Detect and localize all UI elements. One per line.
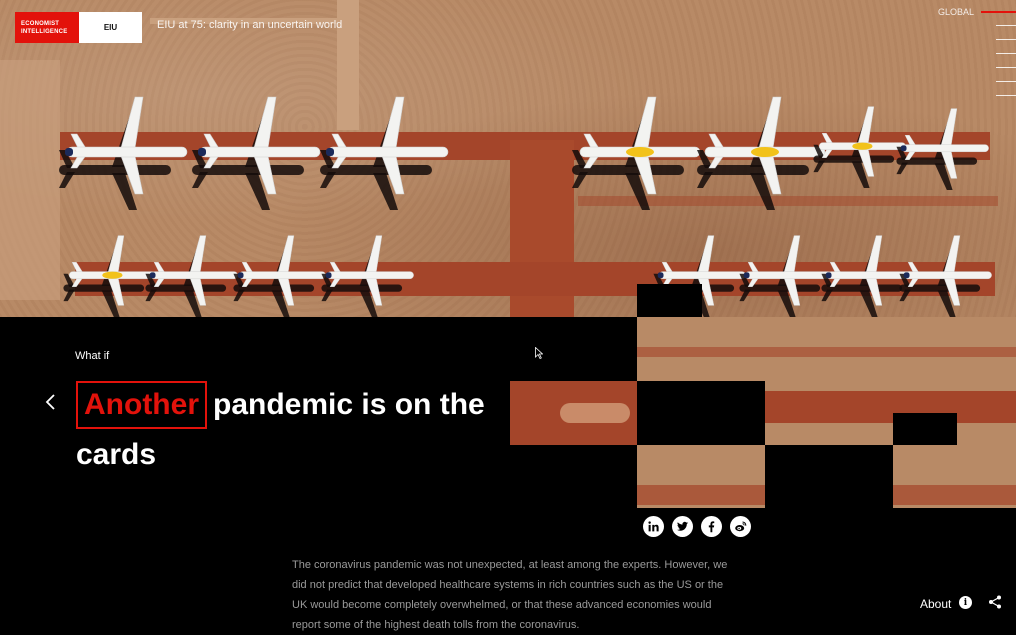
- section-tick[interactable]: [996, 81, 1016, 82]
- section-tick[interactable]: [996, 39, 1016, 40]
- region-selector[interactable]: GLOBAL: [938, 7, 974, 17]
- aircraft: [896, 108, 989, 190]
- aircraft: [321, 235, 414, 317]
- region-underline: [981, 11, 1016, 13]
- economist-intelligence-logo: ECONOMIST INTELLIGENCE: [15, 12, 79, 43]
- aircraft: [233, 235, 326, 317]
- aircraft: [59, 96, 188, 210]
- mosaic-tile: [893, 445, 1016, 508]
- aircraft: [192, 96, 321, 210]
- share-bar: [643, 516, 751, 537]
- eyebrow-text: What if: [75, 350, 110, 362]
- mosaic-black-block: [637, 284, 702, 317]
- about-link[interactable]: About: [920, 597, 951, 611]
- mosaic-tile: [637, 445, 765, 508]
- previous-arrow-icon[interactable]: [44, 393, 58, 411]
- info-icon[interactable]: i: [959, 596, 972, 609]
- linkedin-icon[interactable]: [643, 516, 664, 537]
- section-tick[interactable]: [996, 67, 1016, 68]
- facebook-icon[interactable]: [701, 516, 722, 537]
- page-title[interactable]: EIU at 75: clarity in an uncertain world: [157, 19, 342, 31]
- section-tick[interactable]: [996, 95, 1016, 96]
- aircraft: [320, 96, 449, 210]
- mosaic-black-block: [893, 413, 957, 445]
- section-tick[interactable]: [996, 53, 1016, 54]
- hero-aerial-photo: [0, 0, 1016, 317]
- mosaic-tile: [637, 317, 1016, 381]
- weibo-icon[interactable]: [730, 516, 751, 537]
- aircraft: [145, 235, 238, 317]
- mosaic-tile: [510, 381, 637, 445]
- share-icon[interactable]: [988, 595, 1002, 609]
- mosaic-tile: [765, 381, 1016, 445]
- headline-highlight: Another: [76, 381, 207, 429]
- section-tick[interactable]: [996, 25, 1016, 26]
- aircraft: [572, 96, 701, 210]
- brand-logo[interactable]: ECONOMIST INTELLIGENCE EIU: [15, 12, 142, 43]
- eiu-logo: EIU: [79, 12, 142, 43]
- headline: Another pandemic is on the cards: [76, 380, 516, 480]
- aircraft: [899, 235, 992, 317]
- twitter-icon[interactable]: [672, 516, 693, 537]
- mouse-cursor-icon: [535, 346, 544, 360]
- intro-paragraph: The coronavirus pandemic was not unexpec…: [292, 559, 728, 631]
